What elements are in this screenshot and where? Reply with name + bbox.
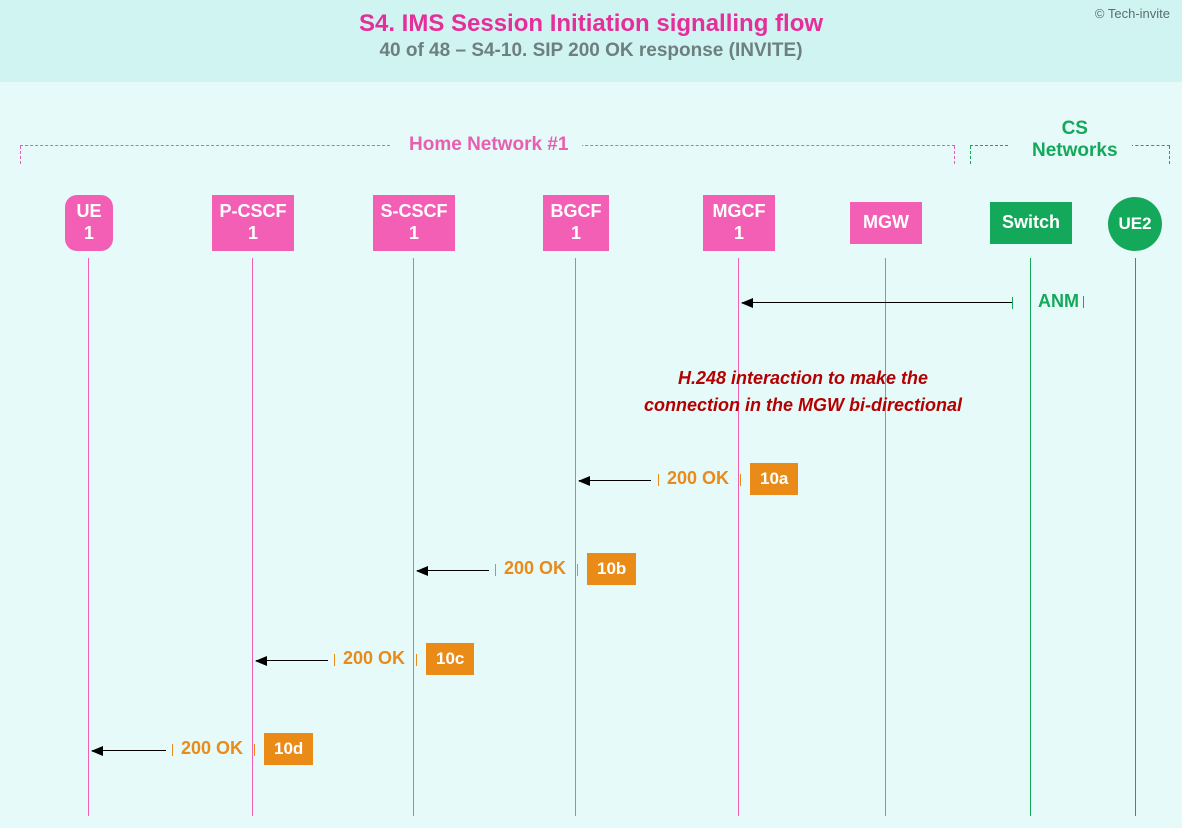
lifeline-mgcf [738,258,739,816]
node-mgw: MGW [850,202,922,244]
group-label-home: Home Network #1 [395,134,582,156]
badge-10d: 10d [264,733,313,765]
tick-10c-l [334,654,335,666]
tick-10a-r [740,474,741,486]
diagram-title: S4. IMS Session Initiation signalling fl… [0,10,1182,38]
node-switch: Switch [990,202,1072,244]
lifeline-scscf [413,258,414,816]
badge-10b: 10b [587,553,636,585]
copyright-text: © Tech-invite [1095,6,1170,21]
arrow-10d [92,750,166,751]
lifeline-ue1 [88,258,89,816]
label-anm: ANM [1038,291,1079,312]
lifeline-bgcf [575,258,576,816]
label-10c-ok: 200 OK [343,648,405,669]
lifeline-switch [1030,258,1031,816]
node-ue2: UE2 [1108,197,1162,251]
annotation-h248: H.248 interaction to make the connection… [623,365,983,419]
bracket-home-right [555,145,955,163]
lifeline-ue2 [1135,258,1136,816]
arrow-10c [256,660,328,661]
badge-10a: 10a [750,463,798,495]
group-label-cs: CS Networks [1018,118,1132,162]
tick-10b-r [577,564,578,576]
label-10a-ok: 200 OK [667,468,729,489]
label-10d-ok: 200 OK [181,738,243,759]
tick-10b-l [495,564,496,576]
badge-10c: 10c [426,643,474,675]
tick-10d-l [172,744,173,756]
bracket-home-left [20,145,390,163]
node-ue1: UE 1 [65,195,113,251]
arrow-10a [579,480,651,481]
node-bgcf: BGCF 1 [543,195,609,251]
diagram-subtitle: 40 of 48 – S4-10. SIP 200 OK response (I… [0,40,1182,62]
header-bar: S4. IMS Session Initiation signalling fl… [0,0,1182,82]
bracket-cs-left [970,145,1008,163]
tick-10d-r [254,744,255,756]
node-pcscf: P-CSCF 1 [212,195,294,251]
arrow-anm [742,302,1012,303]
arrow-10b [417,570,489,571]
lifeline-mgw [885,258,886,816]
tick-10c-r [416,654,417,666]
tick-10a-l [658,474,659,486]
tick-anm-right [1083,296,1084,308]
diagram-canvas: S4. IMS Session Initiation signalling fl… [0,0,1182,828]
label-10b-ok: 200 OK [504,558,566,579]
node-mgcf: MGCF 1 [703,195,775,251]
lifeline-pcscf [252,258,253,816]
node-scscf: S-CSCF 1 [373,195,455,251]
bracket-cs-right [1130,145,1170,163]
